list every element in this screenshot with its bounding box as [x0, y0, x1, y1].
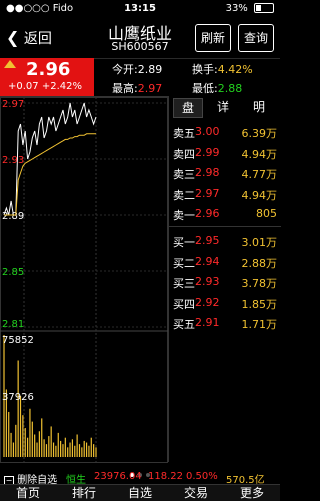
up-arrow-icon [4, 60, 16, 68]
battery-icon [254, 3, 274, 13]
low-field: 最低:2.88 [192, 80, 242, 96]
level-label: 卖二 [173, 188, 195, 202]
book-divider [169, 226, 281, 228]
price-axis-label: 2.81 [2, 319, 24, 330]
tab-trade[interactable]: 交易 [168, 485, 224, 501]
nav-bar: ❮ 返回 山鹰纸业 SH600567 刷新 查询 [0, 18, 280, 59]
level-label: 卖五 [173, 127, 195, 140]
level-volume: 2.88万 [241, 256, 278, 270]
ask-row[interactable]: 卖五 3.00 6.39万 [169, 122, 281, 142]
level-price: 2.97 [195, 186, 220, 200]
turnover-value: 4.42% [217, 63, 253, 76]
level-label: 买五 [173, 318, 195, 332]
volume-axis-label: 75852 [2, 335, 34, 346]
level-label: 买三 [173, 277, 195, 291]
level-label: 买一 [173, 236, 195, 249]
order-book: 盘 详 明 卖五 3.00 6.39万 卖四 2.99 4.94万 卖三 2.98 4.77万卖… [168, 96, 281, 462]
level-label: 买二 [173, 256, 195, 270]
refresh-button[interactable]: 刷新 [195, 24, 231, 52]
level-label: 买四 [173, 297, 195, 311]
level-volume: 1.85万 [241, 297, 278, 311]
tab-ranking[interactable]: 排行 [56, 485, 112, 501]
tab-xiang[interactable]: 详 [209, 98, 237, 116]
level-price: 2.99 [195, 145, 220, 159]
ask-row[interactable]: 卖三 2.98 4.77万 [169, 163, 281, 183]
level-volume: 1.71万 [241, 318, 278, 332]
index-value: 23976.04 [94, 471, 142, 482]
level-volume: 805 [256, 207, 277, 221]
bid-row[interactable]: 买一 2.95 3.01万 [169, 231, 281, 251]
open-label: 今开: [112, 63, 138, 76]
high-field: 最高:2.97 [112, 80, 162, 96]
bid-row[interactable]: 买四 2.92 1.85万 [169, 293, 281, 313]
level-label: 卖四 [173, 147, 195, 161]
query-button[interactable]: 查询 [238, 24, 274, 52]
book-tabs: 盘 详 明 [169, 96, 281, 118]
level-price: 2.91 [195, 316, 220, 330]
index-bar: − 删除自选 恒生 23976.04 118.22 0.50% 570.5亿 [0, 470, 280, 486]
level-price: 2.93 [195, 275, 220, 289]
level-price: 2.95 [195, 234, 220, 247]
price-change: +0.07 +2.42% [8, 81, 82, 92]
tab-more[interactable]: 更多 [224, 485, 280, 501]
price-axis-label: 2.93 [2, 155, 24, 166]
high-value: 2.97 [137, 82, 163, 95]
open-value: 2.89 [137, 63, 163, 76]
level-price: 2.94 [195, 254, 220, 268]
intraday-chart[interactable]: 2.97 2.93 2.89 2.85 2.81 75852 37926 [0, 96, 168, 463]
bid-row[interactable]: 买二 2.94 2.88万 [169, 252, 281, 272]
low-label: 最低: [192, 82, 218, 95]
status-bar: ●●○○○ Fido 13:15 33% [0, 0, 280, 18]
bid-row[interactable]: 买五 2.91 1.71万 [169, 313, 281, 333]
tab-ming[interactable]: 明 [245, 98, 273, 116]
tab-favorites[interactable]: 自选 [112, 485, 168, 501]
level-volume: 3.78万 [241, 277, 278, 291]
ask-row[interactable]: 卖二 2.97 4.94万 [169, 184, 281, 204]
level-volume: 3.01万 [241, 236, 278, 249]
chart-svg: 2.972.932.892.852.817585237926 [0, 97, 168, 463]
low-value: 2.88 [217, 82, 243, 95]
battery-percent: 33% [225, 3, 248, 14]
volume-axis-label: 37926 [2, 392, 34, 403]
level-price: 3.00 [195, 125, 220, 138]
turnover-field: 换手:4.42% [192, 61, 253, 77]
level-price: 2.96 [195, 207, 220, 221]
tab-home[interactable]: 首页 [0, 485, 56, 501]
current-price: 2.96 [26, 59, 71, 80]
chart-frame [0, 97, 168, 463]
price-box: 2.96 +0.07 +2.42% [0, 58, 94, 96]
battery-indicator: 33% [226, 0, 274, 18]
index-percent: 0.50% [186, 471, 218, 482]
page-indicator [0, 462, 280, 477]
bottom-tab-bar: 首页 排行 自选 交易 更多 [0, 484, 280, 501]
level-label: 卖三 [173, 168, 195, 182]
level-volume: 4.94万 [241, 188, 278, 202]
ask-row[interactable]: 卖一 2.96 805 [169, 204, 281, 224]
bid-row[interactable]: 买三 2.93 3.78万 [169, 272, 281, 292]
index-change: 118.22 [148, 471, 183, 482]
price-axis-label: 2.97 [2, 99, 24, 110]
high-label: 最高: [112, 82, 138, 95]
level-volume: 4.94万 [241, 147, 278, 161]
ask-row[interactable]: 卖四 2.99 4.94万 [169, 143, 281, 163]
price-axis-label: 2.85 [2, 267, 24, 278]
open-field: 今开:2.89 [112, 61, 162, 77]
quote-bar: 2.96 +0.07 +2.42% 今开:2.89 最高:2.97 换手:4.4… [0, 58, 280, 96]
level-volume: 4.77万 [241, 168, 278, 182]
level-price: 2.92 [195, 295, 220, 309]
level-label: 卖一 [173, 209, 195, 223]
level-volume: 6.39万 [241, 127, 278, 140]
turnover-label: 换手: [192, 63, 218, 76]
level-price: 2.98 [195, 166, 220, 180]
tab-pan[interactable]: 盘 [173, 98, 203, 118]
